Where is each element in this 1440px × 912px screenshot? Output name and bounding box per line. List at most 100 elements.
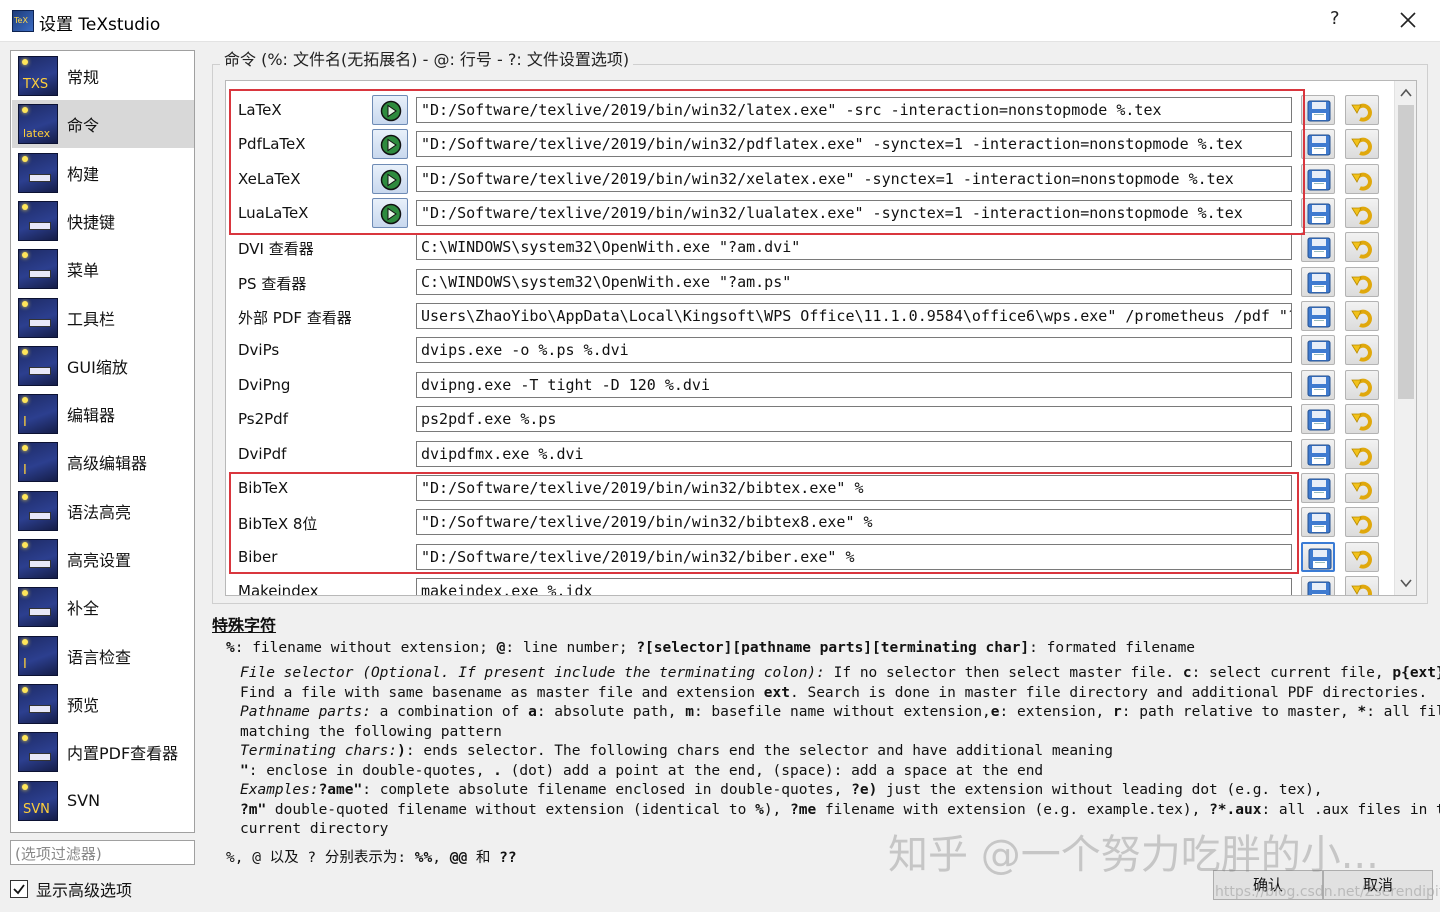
restore-default-button[interactable] — [1345, 266, 1379, 297]
select-program-button[interactable] — [1301, 575, 1335, 595]
sidebar-item-build[interactable]: 构建 — [12, 149, 194, 197]
sidebar-item-menu[interactable]: 菜单 — [12, 245, 194, 293]
restore-default-button[interactable] — [1345, 438, 1379, 469]
special-line-1: %: filename without extension; @: line n… — [226, 640, 1196, 656]
run-command-button[interactable] — [372, 95, 408, 125]
options-filter-input[interactable]: (选项过滤器) — [10, 840, 195, 865]
restore-default-button[interactable] — [1345, 404, 1379, 435]
run-command-button[interactable] — [372, 198, 408, 229]
command-label: 外部 PDF 查看器 — [238, 309, 352, 328]
sidebar-item-general[interactable]: TXS 常规 — [12, 52, 194, 100]
command-input[interactable]: "D:/Software/texlive/2019/bin/win32/late… — [416, 97, 1292, 123]
command-input[interactable]: "D:/Software/texlive/2019/bin/win32/pdfl… — [416, 131, 1292, 158]
select-program-button[interactable] — [1301, 404, 1335, 435]
select-program-button[interactable] — [1301, 335, 1335, 366]
sidebar-item-label: 预览 — [67, 695, 100, 715]
select-program-button[interactable] — [1301, 472, 1335, 503]
restore-default-button[interactable] — [1345, 472, 1379, 503]
restore-default-button[interactable] — [1345, 301, 1379, 332]
select-program-button[interactable] — [1301, 507, 1335, 538]
command-input[interactable]: Users\ZhaoYibo\AppData\Local\Kingsoft\WP… — [416, 303, 1292, 330]
sidebar-item-completion[interactable]: 补全 — [12, 583, 194, 631]
title-bar: 设置 TeXstudio ? — [0, 0, 1440, 42]
commands-scroll-area[interactable]: Makeindex makeindex.exe %.idx Biber "D:/Sof… — [225, 80, 1417, 596]
select-program-button[interactable] — [1301, 129, 1335, 160]
sidebar-item-pdf-viewer[interactable]: 内置PDF查看器 — [12, 728, 194, 776]
restore-default-button[interactable] — [1345, 541, 1379, 572]
sidebar-item-advanced-editor[interactable]: I 高级编辑器 — [12, 438, 194, 486]
settings-category-list[interactable]: TXS 常规 latex 命令 构建 快捷键 菜单 工具栏 GUI缩放 I 编辑器 I 高级编辑器语法高… — [10, 50, 195, 833]
command-input[interactable]: dvipng.exe -T tight -D 120 %.dvi — [416, 371, 1292, 398]
sidebar-item-toolbar[interactable]: 工具栏 — [12, 294, 194, 342]
command-input[interactable]: "D:/Software/texlive/2019/bin/win32/bibt… — [416, 509, 1292, 536]
sidebar-item-label: 语法高亮 — [67, 502, 132, 522]
scroll-up-arrow-icon[interactable] — [1398, 85, 1414, 101]
command-input[interactable]: C:\WINDOWS\system32\OpenWith.exe "?am.dv… — [416, 234, 1292, 261]
restore-default-button[interactable] — [1345, 129, 1379, 160]
scrollbar-thumb[interactable] — [1398, 105, 1414, 399]
select-program-button[interactable] — [1301, 541, 1335, 572]
restore-default-button[interactable] — [1345, 369, 1379, 400]
select-program-button[interactable] — [1301, 438, 1335, 469]
restore-default-button[interactable] — [1345, 232, 1379, 263]
sidebar-item-preview[interactable]: 预览 — [12, 680, 194, 728]
restore-default-button[interactable] — [1345, 335, 1379, 366]
sidebar-item-syntax-highlight[interactable]: 语法高亮 — [12, 487, 194, 535]
select-program-button[interactable] — [1301, 95, 1335, 125]
build-icon — [18, 152, 58, 193]
command-input[interactable]: "D:/Software/texlive/2019/bin/win32/bibe… — [416, 543, 1292, 570]
select-program-button[interactable] — [1301, 301, 1335, 332]
command-input[interactable]: "D:/Software/texlive/2019/bin/win32/lual… — [416, 200, 1292, 227]
special-line-2: File selector (Optional. If present incl… — [240, 665, 1440, 681]
command-input[interactable]: C:\WINDOWS\system32\OpenWith.exe "?am.ps… — [416, 268, 1292, 295]
command-label: LuaLaTeX — [238, 204, 309, 223]
command-input[interactable]: "D:/Software/texlive/2019/bin/win32/xela… — [416, 165, 1292, 192]
close-button[interactable] — [1392, 4, 1424, 36]
ok-button[interactable]: 确认 — [1213, 870, 1323, 900]
restore-default-button[interactable] — [1345, 575, 1379, 595]
command-input[interactable]: makeindex.exe %.idx — [416, 577, 1292, 595]
select-program-button[interactable] — [1301, 198, 1335, 229]
select-program-button[interactable] — [1301, 163, 1335, 194]
toolbar-icon — [18, 297, 58, 338]
sidebar-item-label: 命令 — [67, 116, 100, 136]
sidebar-item-gui-scale[interactable]: GUI缩放 — [12, 342, 194, 390]
sidebar-item-language-check[interactable]: I 语言检查 — [12, 632, 194, 680]
vertical-scrollbar[interactable] — [1394, 81, 1416, 595]
sidebar-item-shortcuts[interactable]: 快捷键 — [12, 197, 194, 245]
texstudio-app-icon — [12, 10, 34, 32]
help-button[interactable]: ? — [1330, 8, 1340, 29]
show-advanced-checkbox[interactable]: 显示高级选项 — [10, 877, 132, 901]
command-input[interactable]: "D:/Software/texlive/2019/bin/win32/bibt… — [416, 474, 1292, 501]
command-row: DVI 查看器 C:\WINDOWS\system32\OpenWith.exe … — [226, 230, 1394, 264]
menu-icon — [18, 249, 58, 290]
command-label: DviPs — [238, 341, 280, 360]
checkbox-box[interactable] — [10, 880, 28, 898]
sidebar-item-commands[interactable]: latex 命令 — [12, 100, 194, 149]
command-label: Ps2Pdf — [238, 410, 288, 429]
select-program-button[interactable] — [1301, 266, 1335, 297]
restore-default-button[interactable] — [1345, 95, 1379, 125]
command-row: DviPdf dvipdfmx.exe %.dvi — [226, 437, 1394, 471]
command-input[interactable]: ps2pdf.exe %.ps — [416, 406, 1292, 433]
command-input[interactable]: dvipdfmx.exe %.dvi — [416, 440, 1292, 467]
sidebar-item-svn[interactable]: SVN SVN — [12, 777, 194, 825]
run-command-button[interactable] — [372, 129, 408, 160]
preview-icon — [18, 683, 58, 724]
sidebar-item-editor[interactable]: I 编辑器 — [12, 390, 194, 438]
command-label: PS 查看器 — [238, 274, 307, 293]
select-program-button[interactable] — [1301, 232, 1335, 263]
command-input[interactable]: dvips.exe -o %.ps %.dvi — [416, 337, 1292, 364]
command-row: Ps2Pdf ps2pdf.exe %.ps — [226, 402, 1394, 436]
svn-icon: SVN — [18, 780, 58, 821]
sidebar-item-highlight-settings[interactable]: 高亮设置 — [12, 535, 194, 583]
restore-default-button[interactable] — [1345, 507, 1379, 538]
scroll-down-arrow-icon[interactable] — [1398, 575, 1414, 591]
cancel-button[interactable]: 取消 — [1323, 870, 1433, 900]
sidebar-item-label: SVN — [67, 791, 101, 810]
run-command-button[interactable] — [372, 163, 408, 194]
select-program-button[interactable] — [1301, 369, 1335, 400]
editor-icon: I — [18, 394, 58, 435]
restore-default-button[interactable] — [1345, 198, 1379, 229]
restore-default-button[interactable] — [1345, 163, 1379, 194]
